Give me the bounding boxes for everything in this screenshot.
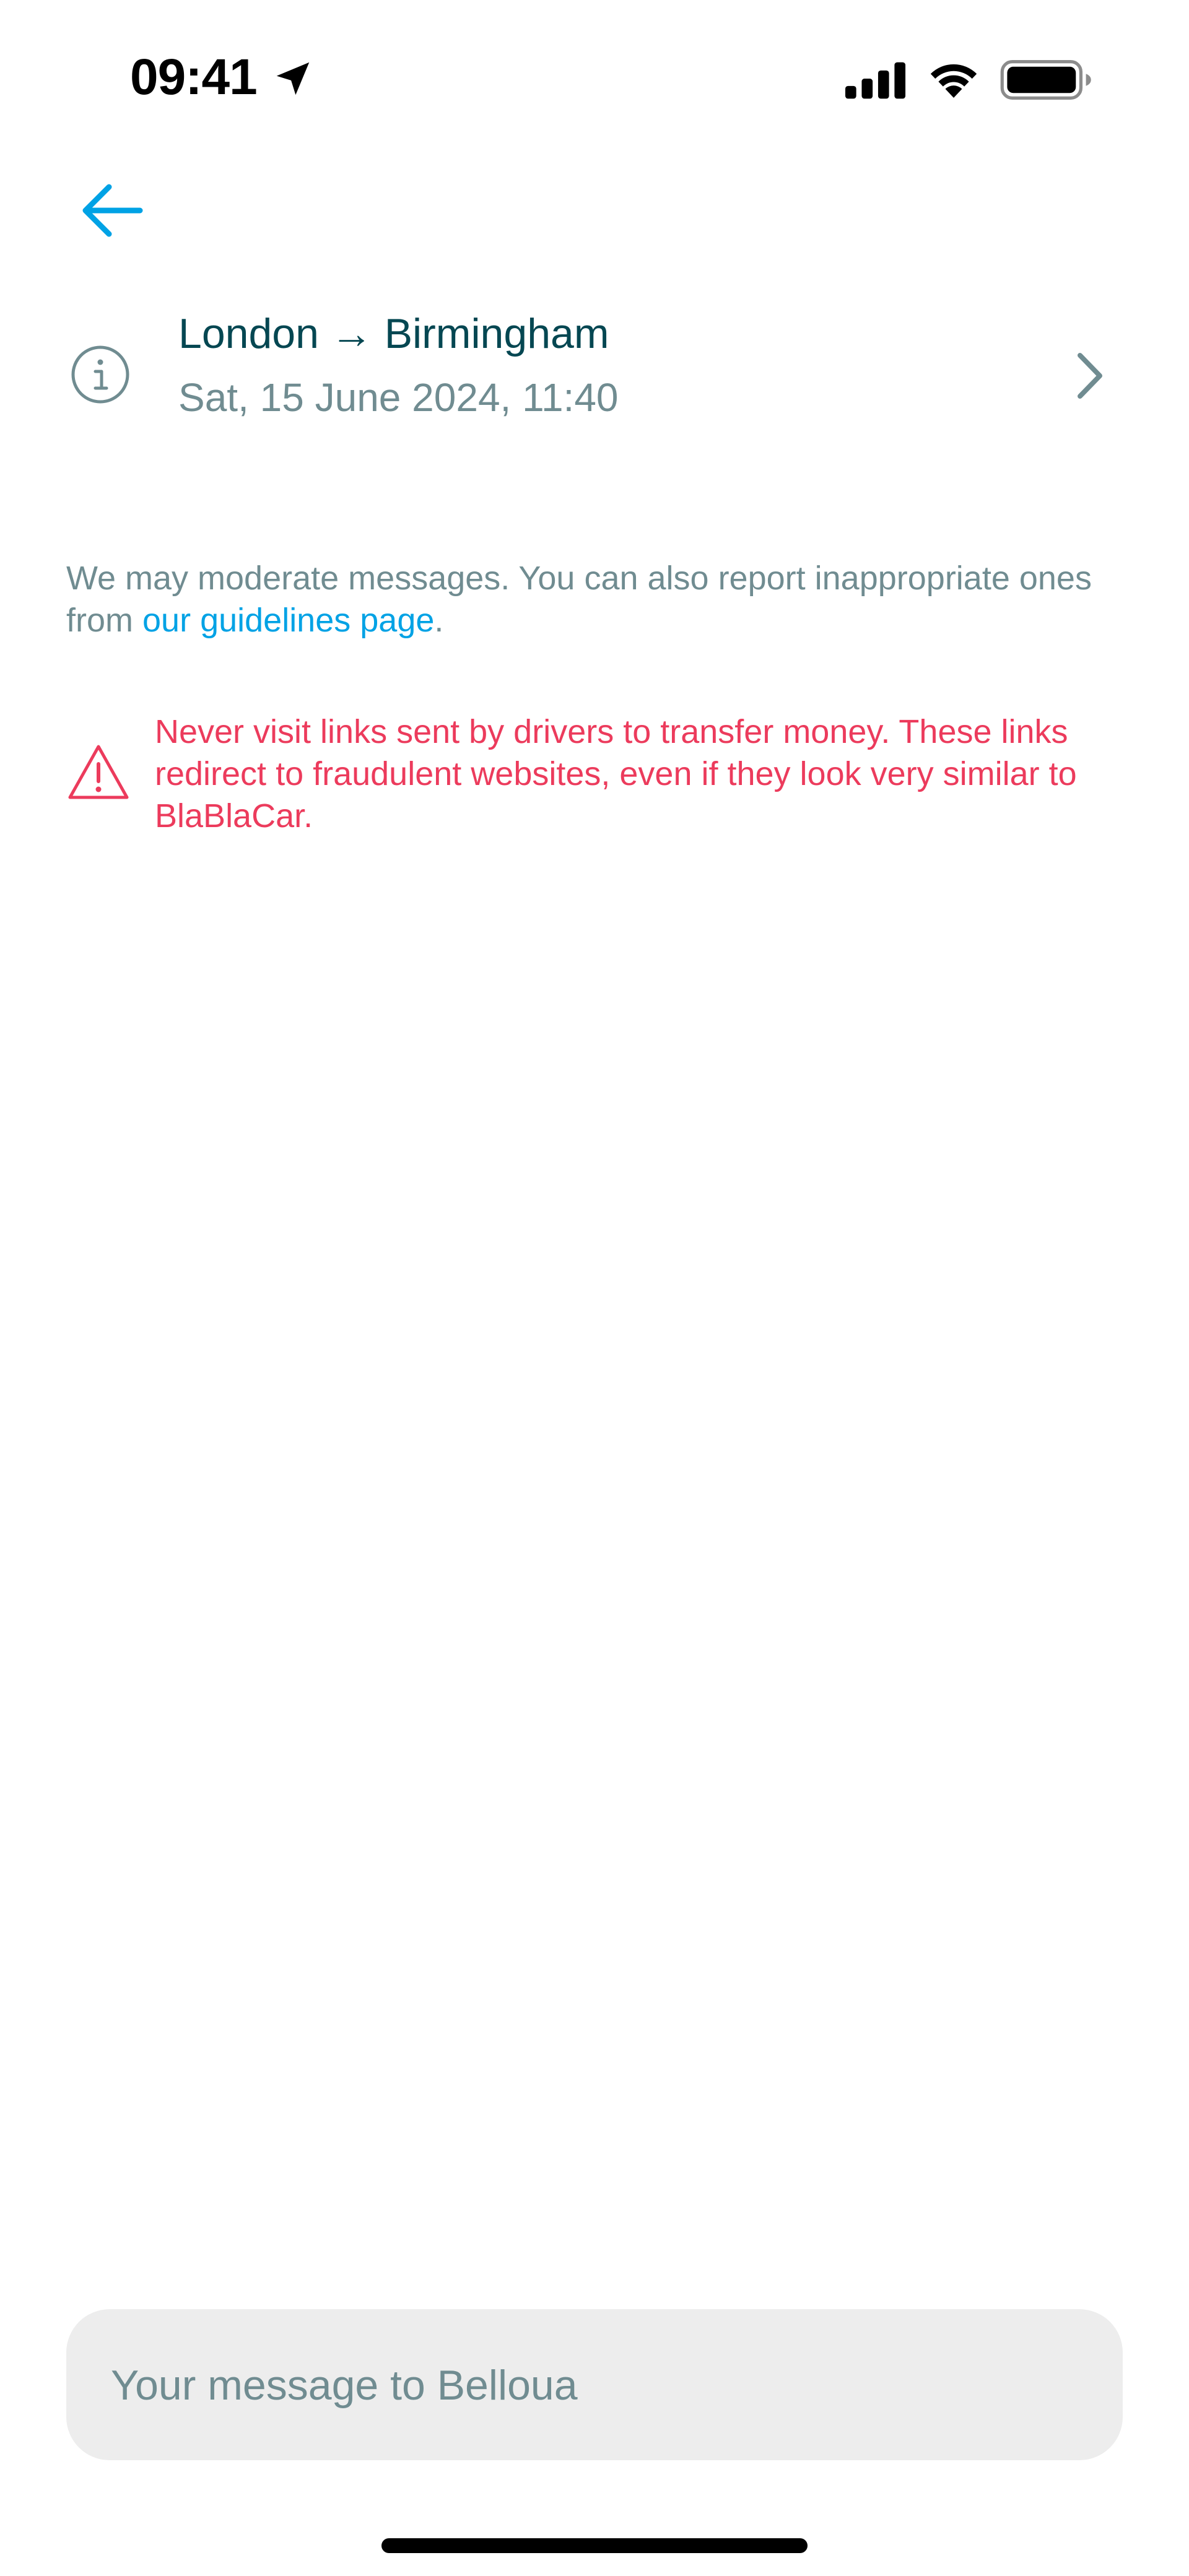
chevron-right-icon: [1078, 353, 1102, 399]
trip-summary-row[interactable]: London → Birmingham Sat, 15 June 2024, 1…: [62, 297, 1127, 452]
warning-triangle-icon: [68, 745, 129, 799]
conversation-screen: 09:41 London → Birmingham Sat, 15 June 2…: [0, 0, 1189, 2576]
trip-route: London → Birmingham: [178, 310, 609, 357]
back-button[interactable]: [74, 180, 149, 241]
wifi-icon: [930, 64, 977, 98]
status-bar: 09:41: [0, 0, 1189, 161]
status-time: 09:41: [130, 49, 258, 105]
message-composer[interactable]: [66, 2309, 1123, 2461]
home-indicator: [381, 2538, 808, 2553]
moderation-text-end: .: [434, 602, 444, 639]
location-arrow-icon: [276, 62, 310, 95]
fraud-warning-text: Never visit links sent by drivers to tra…: [155, 713, 1077, 835]
moderation-notice: We may moderate messages. You can also r…: [66, 557, 1119, 641]
guidelines-link[interactable]: our guidelines page: [142, 602, 434, 639]
cellular-signal-icon: [845, 62, 906, 99]
arrow-left-icon: [82, 184, 143, 237]
message-input[interactable]: [110, 2309, 1091, 2461]
trip-datetime: Sat, 15 June 2024, 11:40: [178, 375, 619, 420]
battery-icon: [1000, 60, 1091, 100]
info-circle-icon: [71, 345, 129, 404]
